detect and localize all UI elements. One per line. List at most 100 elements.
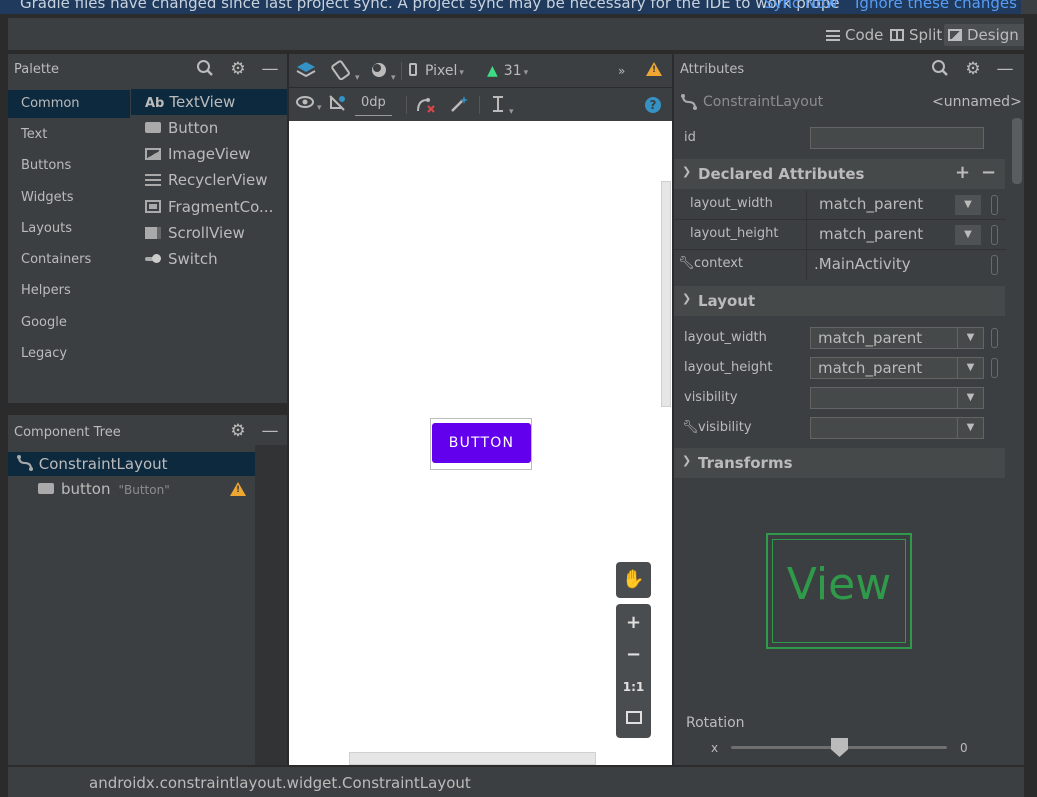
resource-picker[interactable] [991, 328, 998, 348]
attributes-scrollbar[interactable] [1012, 118, 1022, 184]
declared-attributes-section[interactable]: ❯ Declared Attributes + − [674, 159, 1005, 189]
gradle-sync-banner: Gradle files have changed since last pro… [0, 0, 1037, 14]
canvas-vertical-scrollbar[interactable] [661, 181, 671, 407]
attribute-label: context [694, 256, 743, 271]
attribute-label: layout_height [684, 360, 773, 375]
phone-icon [409, 63, 417, 76]
search-icon[interactable] [930, 59, 950, 79]
sync-now-link[interactable]: Sync Now [764, 0, 838, 12]
panel-splitter[interactable] [8, 403, 287, 415]
zoom-to-fit-icon[interactable] [616, 704, 651, 734]
palette-category-layouts[interactable]: Layouts [8, 215, 130, 243]
resource-picker[interactable] [991, 195, 998, 215]
palette-widget-fragmentcontainer[interactable]: FragmentCo... [131, 194, 287, 220]
search-icon[interactable] [195, 59, 215, 79]
warning-icon[interactable]: ! [230, 482, 246, 500]
design-mode-button[interactable]: Design [944, 24, 1025, 46]
canvas-button-preview[interactable]: BUTTON [432, 423, 531, 463]
section-title: Declared Attributes [698, 165, 865, 183]
design-mode-label: Design [967, 26, 1019, 44]
widget-label: ImageView [168, 145, 251, 163]
palette-category-helpers[interactable]: Helpers [8, 277, 130, 305]
zoom-out-icon[interactable]: − [616, 640, 651, 670]
palette-widget-textview[interactable]: Ab TextView [131, 89, 287, 115]
banner-edge [1021, 0, 1037, 14]
zoom-in-icon[interactable]: + [616, 608, 651, 638]
palette-widget-switch[interactable]: Switch [131, 246, 287, 272]
palette-category-buttons[interactable]: Buttons [8, 152, 130, 180]
resource-picker[interactable] [991, 358, 998, 378]
tree-item-label: button [61, 480, 111, 498]
clear-constraints-icon[interactable] [415, 94, 437, 116]
tree-item-button[interactable]: button "Button" [38, 477, 255, 501]
palette-widget-recyclerview[interactable]: RecyclerView [131, 167, 287, 193]
component-id: <unnamed> [932, 94, 1022, 110]
palette-category-google[interactable]: Google [8, 309, 130, 337]
hand-icon[interactable]: ✋ [616, 565, 651, 595]
overflow-icon[interactable]: » [618, 60, 625, 82]
gear-icon[interactable]: ⚙ [228, 59, 248, 79]
constraint-layout-icon [17, 455, 33, 471]
chevron-down-icon: ▾ [523, 68, 529, 78]
add-attribute-icon[interactable]: + [955, 162, 970, 183]
tree-item-text: "Button" [118, 483, 170, 497]
theme-icon[interactable]: ▾ [369, 60, 396, 83]
view-mode-bar: Code Split Design [8, 18, 1025, 50]
view-options-icon[interactable]: ▾ [295, 94, 322, 116]
gear-icon[interactable]: ⚙ [963, 59, 983, 79]
autoconnect-off-icon[interactable] [327, 94, 347, 116]
wrench-icon: 🔧︎ [682, 420, 699, 435]
minimize-icon[interactable]: — [995, 59, 1015, 79]
tree-item-constraintlayout[interactable]: ConstraintLayout [8, 452, 255, 476]
rotation-axis-label: x [711, 741, 719, 755]
chevron-down-icon[interactable]: ▼ [955, 225, 981, 245]
zoom-actual-size-button[interactable]: 1:1 [616, 672, 651, 702]
attribute-value[interactable]: match_parent [819, 225, 923, 243]
palette-category-containers[interactable]: Containers [8, 246, 130, 274]
api-level-label: 31 [503, 63, 522, 79]
guidelines-icon[interactable]: ▾ [489, 94, 514, 117]
palette-category-widgets[interactable]: Widgets [8, 184, 130, 212]
canvas-horizontal-scrollbar[interactable] [349, 752, 596, 765]
layout-width-dropdown[interactable]: match_parent ▼ [810, 327, 984, 349]
resource-picker[interactable] [991, 225, 998, 245]
palette-category-legacy[interactable]: Legacy [8, 340, 130, 368]
visibility-dropdown[interactable]: ▼ [810, 387, 984, 409]
remove-attribute-icon[interactable]: − [981, 162, 996, 183]
chevron-down-icon[interactable]: ▼ [955, 195, 981, 215]
toolbar-separator [406, 96, 407, 114]
resource-picker[interactable] [991, 255, 998, 275]
attribute-value[interactable]: .MainActivity [814, 255, 911, 273]
api-level-selector[interactable]: ▲ 31 ▾ [487, 60, 528, 82]
window-right-edge [1024, 14, 1037, 797]
infer-constraints-icon[interactable] [449, 94, 469, 116]
column-divider [806, 190, 807, 220]
minimize-icon[interactable]: — [260, 421, 280, 441]
palette-widget-button[interactable]: Button [131, 115, 287, 141]
warning-icon[interactable]: ! [646, 62, 662, 80]
transforms-section[interactable]: ❯ Transforms [674, 448, 1005, 478]
split-mode-button[interactable]: Split [890, 24, 942, 46]
help-icon[interactable]: ? [645, 94, 661, 116]
device-selector[interactable]: Pixel ▾ [409, 60, 464, 82]
gear-icon[interactable]: ⚙ [228, 421, 248, 441]
orientation-icon[interactable]: ▾ [329, 60, 360, 83]
palette-category-common[interactable]: Common [8, 90, 130, 118]
layout-height-dropdown[interactable]: match_parent ▼ [810, 357, 984, 379]
tools-visibility-dropdown[interactable]: ▼ [810, 417, 984, 439]
ignore-changes-link[interactable]: Ignore these changes [855, 0, 1017, 12]
palette-widget-scrollview[interactable]: ScrollView [131, 220, 287, 246]
default-margin-selector[interactable]: 0dp [355, 94, 392, 116]
id-input[interactable] [810, 127, 984, 149]
design-toolbar-top: ▾ ▾ Pixel ▾ ▲ 31 ▾ » ! [289, 54, 672, 87]
palette-widget-imageview[interactable]: ImageView [131, 141, 287, 167]
attribute-value[interactable]: match_parent [819, 195, 923, 213]
palette-category-text[interactable]: Text [8, 121, 130, 149]
layout-section[interactable]: ❯ Layout [674, 286, 1005, 316]
minimize-icon[interactable]: — [260, 59, 280, 79]
layers-icon[interactable] [295, 60, 317, 82]
textview-icon: Ab [145, 96, 165, 111]
attributes-header: Attributes ⚙ — [674, 54, 1024, 84]
code-mode-button[interactable]: Code [826, 24, 883, 46]
imageview-icon [145, 147, 161, 160]
